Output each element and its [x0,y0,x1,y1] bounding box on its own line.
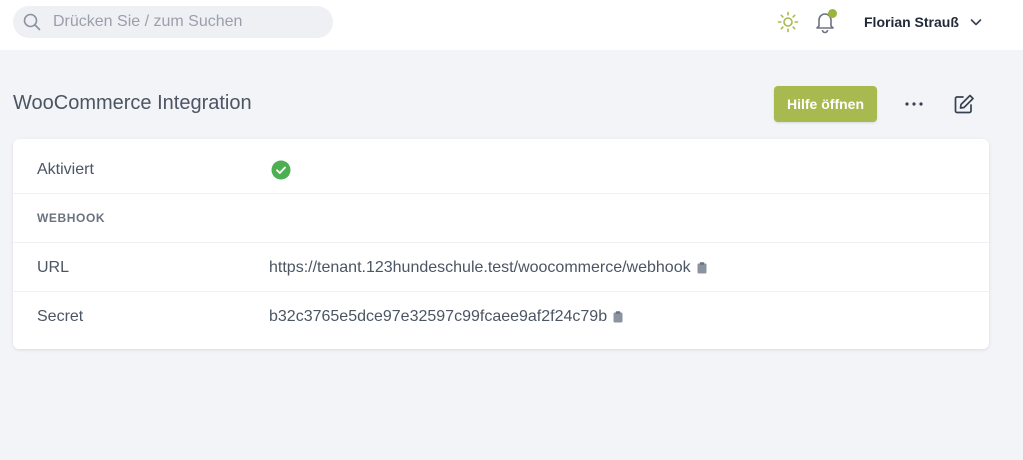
webhook-section-header: WEBHOOK [13,194,989,243]
detail-row-activated: Aktiviert [13,139,989,194]
detail-row-url: URL https://tenant.123hundeschule.test/w… [13,243,989,292]
secret-value: b32c3765e5dce97e32597c99fcaee9af2f24c79b [269,308,608,325]
help-button[interactable]: Hilfe öffnen [774,86,877,122]
chevron-down-icon [970,19,982,26]
webhook-section-label: WEBHOOK [37,211,106,225]
search-bar[interactable] [13,6,333,38]
activated-label: Aktiviert [37,161,94,178]
url-value-group: https://tenant.123hundeschule.test/wooco… [269,259,707,277]
notifications-button[interactable] [813,9,837,35]
integration-details-card: Aktiviert WEBHOOK URL https://tenant.123… [13,139,989,349]
notification-dot [828,9,837,18]
url-label: URL [37,259,70,276]
search-icon [23,13,41,31]
clipboard-icon[interactable] [697,262,707,274]
user-menu[interactable]: Florian Strauß [864,12,983,32]
sun-icon[interactable] [777,11,799,33]
url-value: https://tenant.123hundeschule.test/wooco… [269,259,691,276]
secret-label: Secret [37,308,84,325]
clipboard-icon[interactable] [613,311,623,323]
secret-value-group: b32c3765e5dce97e32597c99fcaee9af2f24c79b [269,308,623,326]
page-title: WooCommerce Integration [13,92,252,114]
detail-row-secret: Secret b32c3765e5dce97e32597c99fcaee9af2… [13,292,989,349]
check-circle-icon [271,160,291,180]
more-options-icon[interactable] [903,94,925,114]
user-name: Florian Strauß [864,14,959,30]
search-input[interactable] [53,6,323,38]
top-bar: Florian Strauß [0,0,1023,50]
edit-icon[interactable] [953,93,975,115]
